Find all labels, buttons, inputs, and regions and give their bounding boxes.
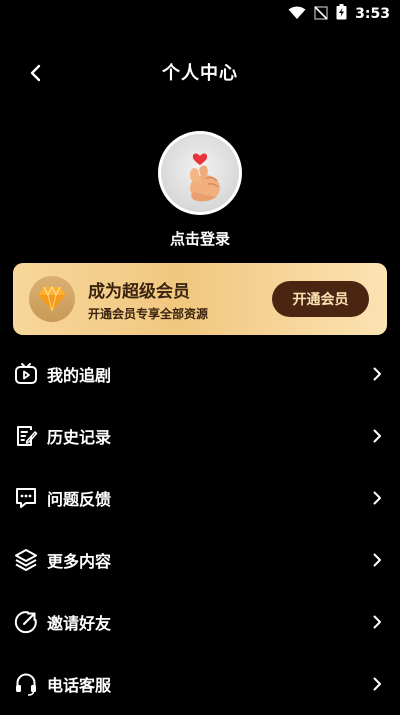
status-time: 3:53 bbox=[355, 6, 390, 22]
page-title: 个人中心 bbox=[162, 63, 238, 84]
vip-badge bbox=[29, 276, 75, 322]
menu-item-label: 我的追剧 bbox=[47, 366, 112, 385]
menu-item-more-content[interactable]: 更多内容 bbox=[0, 529, 400, 591]
login-link[interactable]: 点击登录 bbox=[0, 228, 400, 249]
back-button[interactable] bbox=[22, 60, 48, 86]
menu-item-label: 电话客服 bbox=[47, 676, 112, 695]
vip-title: 成为超级会员 bbox=[88, 282, 190, 302]
chevron-left-icon bbox=[30, 64, 41, 82]
finger-heart-hand-icon bbox=[189, 153, 220, 202]
menu-item-history[interactable]: 历史记录 bbox=[0, 405, 400, 467]
vip-card[interactable]: 成为超级会员 开通会员专享全部资源 开通会员 bbox=[13, 263, 387, 335]
chevron-right-icon bbox=[373, 615, 381, 629]
menu-list: 我的追剧 历史记录 问题反馈 更多内容 邀请好友 电话客服 bbox=[0, 343, 400, 715]
avatar[interactable] bbox=[158, 131, 242, 215]
tv-play-icon bbox=[14, 362, 38, 386]
share-invite-icon bbox=[14, 610, 38, 634]
menu-item-label: 历史记录 bbox=[47, 428, 112, 447]
menu-item-invite-friends[interactable]: 邀请好友 bbox=[0, 591, 400, 653]
history-note-icon bbox=[14, 424, 38, 448]
menu-item-my-shows[interactable]: 我的追剧 bbox=[0, 343, 400, 405]
battery-charging-icon bbox=[336, 4, 347, 24]
menu-item-phone-support[interactable]: 电话客服 bbox=[0, 653, 400, 715]
no-signal-icon bbox=[314, 5, 328, 24]
feedback-chat-icon bbox=[14, 486, 38, 510]
headset-icon bbox=[14, 672, 38, 696]
menu-item-label: 问题反馈 bbox=[47, 490, 112, 509]
wifi-icon bbox=[288, 5, 306, 24]
chevron-right-icon bbox=[373, 553, 381, 567]
header: 个人中心 bbox=[0, 52, 400, 92]
vip-subtitle: 开通会员专享全部资源 bbox=[88, 307, 209, 321]
open-vip-button[interactable]: 开通会员 bbox=[272, 281, 369, 317]
layers-icon bbox=[14, 548, 38, 572]
status-bar: 3:53 bbox=[0, 0, 400, 28]
menu-item-label: 邀请好友 bbox=[47, 614, 112, 633]
chevron-right-icon bbox=[373, 429, 381, 443]
chevron-right-icon bbox=[373, 677, 381, 691]
menu-item-label: 更多内容 bbox=[47, 552, 112, 571]
chevron-right-icon bbox=[373, 491, 381, 505]
menu-item-feedback[interactable]: 问题反馈 bbox=[0, 467, 400, 529]
diamond-icon bbox=[38, 286, 66, 312]
chevron-right-icon bbox=[373, 367, 381, 381]
